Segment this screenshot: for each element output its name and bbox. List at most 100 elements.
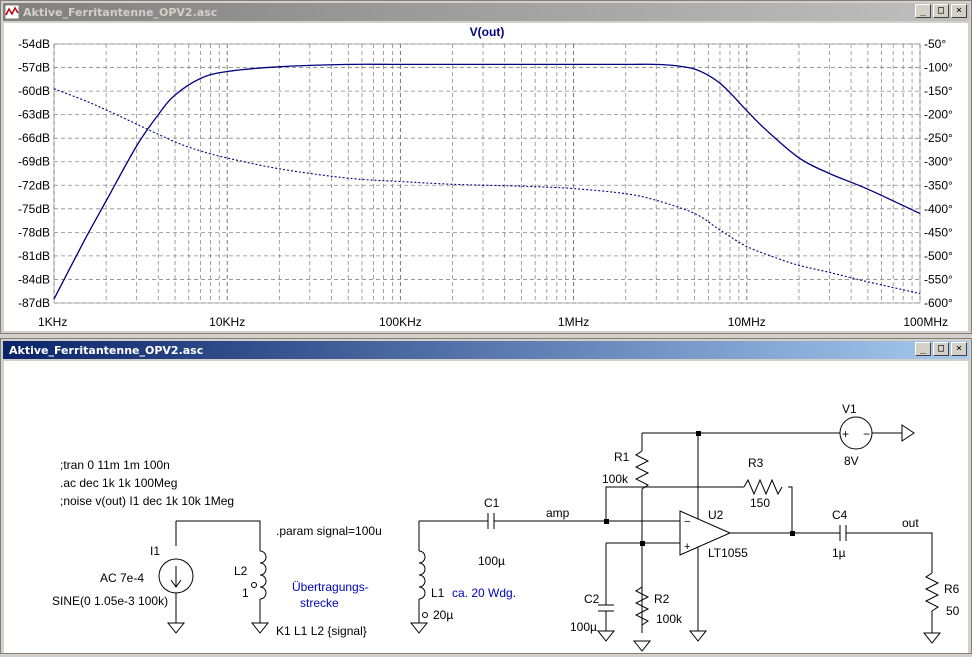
v1-name[interactable]: V1	[842, 402, 857, 416]
directive-param[interactable]: .param signal=100u	[276, 524, 382, 538]
restore-button[interactable]: □	[933, 342, 949, 356]
comment-transfer-line1[interactable]: Übertragungs-	[292, 580, 369, 594]
u2-name[interactable]: U2	[708, 508, 724, 522]
ground-symbol	[596, 630, 616, 642]
r1-value[interactable]: 100k	[602, 472, 629, 486]
v1-plus-sign: +	[842, 427, 849, 441]
directive-coupling[interactable]: K1 L1 L2 {signal}	[276, 624, 367, 638]
i1-name[interactable]: I1	[150, 544, 160, 558]
capacitor-c4[interactable]	[839, 525, 933, 573]
phase-trace	[53, 88, 921, 295]
directive-ac[interactable]: .ac dec 1k 1k 100Meg	[60, 476, 177, 490]
y-left-tick-label: -60dB	[18, 84, 50, 98]
ground-symbol	[922, 632, 942, 644]
plot-window-title: Aktive_Ferritantenne_OPV2.asc	[23, 5, 218, 19]
net-label-out[interactable]: out	[902, 516, 919, 530]
plot-frame	[53, 43, 921, 304]
ground-symbol	[688, 630, 708, 642]
y-right-tick-label: -400°	[924, 202, 953, 216]
plot-area[interactable]: -54dB -57dB -60dB -63dB -66dB -69dB -72dB -75dB…	[4, 23, 968, 331]
v1-value[interactable]: 8V	[844, 454, 859, 468]
minimize-button[interactable]: _	[915, 342, 931, 356]
schematic-window: Aktive_Ferritantenne_OPV2.asc _ □ × − + …	[0, 338, 972, 654]
y-right-tick-label: -100°	[924, 61, 953, 75]
opamp-plus-sign: +	[684, 541, 690, 553]
y-right-tick-label: -50°	[924, 37, 946, 51]
magnitude-trace	[53, 63, 921, 300]
directive-noise[interactable]: ;noise v(out) I1 dec 1k 10k 1Meg	[60, 494, 234, 508]
u2-model[interactable]: LT1055	[708, 546, 748, 560]
voltage-source-v1[interactable]	[839, 416, 915, 450]
major-grid	[53, 43, 921, 304]
schematic-canvas[interactable]: − + + − ;tran 0 11m 1m 100n .ac dec 1k 1…	[4, 361, 968, 653]
x-tick-label: 10MHz	[728, 315, 766, 329]
r3-name[interactable]: R3	[748, 456, 764, 470]
x-tick-label: 10KHz	[209, 315, 245, 329]
y-left-tick-label: -57dB	[18, 61, 50, 75]
l2-name[interactable]: L2	[234, 564, 248, 578]
inductor-l1[interactable]	[418, 520, 488, 623]
y-left-tick-label: -69dB	[18, 155, 50, 169]
close-button[interactable]: ×	[951, 4, 967, 18]
y-right-tick-label: -450°	[924, 225, 953, 239]
i1-ac[interactable]: AC 7e-4	[100, 571, 144, 585]
y-right-tick-label: -550°	[924, 272, 953, 286]
l1-name[interactable]: L1	[431, 586, 445, 600]
close-button[interactable]: ×	[951, 342, 967, 356]
inductor-l2[interactable]	[251, 550, 267, 623]
r2-name[interactable]: R2	[654, 592, 670, 606]
x-axis-labels: 1KHz 10KHz 100KHz 1MHz 10MHz 100MHz	[38, 315, 948, 329]
y-left-tick-label: -81dB	[18, 249, 50, 263]
net-label-amp[interactable]: amp	[546, 506, 570, 520]
i1-sine[interactable]: SINE(0 1.05e-3 100k)	[52, 594, 168, 608]
trace-label[interactable]: V(out)	[470, 25, 505, 39]
series-layer	[53, 63, 921, 300]
r1-name[interactable]: R1	[614, 450, 630, 464]
minimize-button[interactable]: _	[915, 4, 931, 18]
schematic-drawing[interactable]: − + + − ;tran 0 11m 1m 100n .ac dec 1k 1…	[4, 361, 970, 653]
r6-value[interactable]: 50	[946, 604, 960, 618]
waveform-app-icon	[5, 5, 19, 19]
y-left-tick-label: -66dB	[18, 131, 50, 145]
y-right-tick-label: -500°	[924, 249, 953, 263]
ground-symbol	[166, 622, 186, 634]
c4-name[interactable]: C4	[832, 508, 848, 522]
x-tick-label: 1KHz	[38, 315, 67, 329]
right-axis-labels: -50° -100° -150° -200° -250° -300° -350° -400° -…	[924, 37, 953, 310]
r6-name[interactable]: R6	[944, 582, 960, 596]
comment-turns[interactable]: ca. 20 Wdg.	[452, 586, 516, 600]
l2-value[interactable]: 1	[242, 586, 249, 600]
l1-value[interactable]: 20µ	[433, 608, 453, 622]
c2-value[interactable]: 100µ	[570, 620, 597, 634]
y-right-tick-label: -250°	[924, 131, 953, 145]
y-left-tick-label: -63dB	[18, 108, 50, 122]
c2-name[interactable]: C2	[584, 592, 600, 606]
y-right-tick-label: -200°	[924, 108, 953, 122]
directive-tran[interactable]: ;tran 0 11m 1m 100n	[60, 458, 170, 472]
comment-transfer-line2[interactable]: strecke	[300, 596, 339, 610]
restore-button[interactable]: □	[933, 4, 949, 18]
y-left-tick-label: -84dB	[18, 272, 50, 286]
r2-value[interactable]: 100k	[656, 612, 683, 626]
y-left-tick-label: -54dB	[18, 37, 50, 51]
c4-value[interactable]: 1µ	[832, 546, 846, 560]
x-tick-label: 1MHz	[558, 315, 589, 329]
plot-window: Aktive_Ferritantenne_OPV2.asc _ □ × -54d…	[0, 0, 972, 334]
y-right-tick-label: -150°	[924, 84, 953, 98]
left-axis-labels: -54dB -57dB -60dB -63dB -66dB -69dB -72dB -75dB…	[18, 37, 50, 310]
y-left-tick-label: -72dB	[18, 178, 50, 192]
plot-window-titlebar[interactable]: Aktive_Ferritantenne_OPV2.asc _ □ ×	[3, 3, 969, 21]
resistor-r6[interactable]	[924, 572, 940, 633]
capacitor-c2[interactable]	[598, 543, 614, 631]
junction-dots	[604, 431, 795, 546]
c1-name[interactable]: C1	[484, 496, 500, 510]
y-left-tick-label: -75dB	[18, 202, 50, 216]
bode-plot[interactable]: -54dB -57dB -60dB -63dB -66dB -69dB -72dB -75dB…	[4, 23, 970, 331]
c1-value[interactable]: 100µ	[478, 554, 505, 568]
y-right-tick-label: -350°	[924, 178, 953, 192]
v1-minus-sign: −	[863, 427, 870, 441]
r3-value[interactable]: 150	[750, 496, 770, 510]
x-tick-label: 100MHz	[903, 315, 948, 329]
schematic-window-titlebar[interactable]: Aktive_Ferritantenne_OPV2.asc _ □ ×	[3, 341, 969, 359]
y-right-tick-label: -300°	[924, 155, 953, 169]
